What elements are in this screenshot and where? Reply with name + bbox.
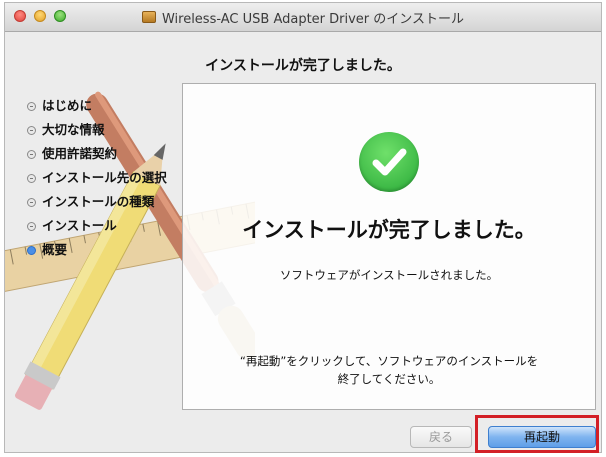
restart-button-highlight (475, 415, 599, 453)
checkmark-icon (359, 132, 419, 192)
step-installation-type: インストールの種類 (27, 190, 167, 214)
installer-steps: はじめに 大切な情報 使用許諾契約 インストール先の選択 インストールの種類 イ… (27, 94, 167, 262)
step-bullet-icon (27, 173, 36, 183)
title-bar: Wireless-AC USB Adapter Driver のインストール (5, 3, 601, 32)
step-bullet-icon (27, 221, 36, 231)
content-panel: インストールが完了しました。 ソフトウェアがインストールされました。 “再起動”… (182, 83, 596, 410)
step-read-me: 大切な情報 (27, 118, 167, 142)
window-title: Wireless-AC USB Adapter Driver のインストール (161, 11, 465, 27)
back-button[interactable]: 戻る (410, 426, 472, 448)
step-installation: インストール (27, 214, 167, 238)
restart-instruction: “再起動”をクリックして、ソフトウェアのインストールを 終了してください。 (239, 354, 539, 386)
package-icon (141, 11, 156, 23)
step-bullet-icon (27, 101, 36, 111)
step-license: 使用許諾契約 (27, 142, 167, 166)
step-bullet-icon (27, 197, 36, 207)
installer-window: Wireless-AC USB Adapter Driver のインストール イ… (4, 2, 602, 453)
step-summary: 概要 (27, 238, 167, 262)
completion-message: ソフトウェアがインストールされました。 (279, 268, 499, 282)
window-title-group: Wireless-AC USB Adapter Driver のインストール (5, 3, 601, 31)
completion-title: インストールが完了しました。 (242, 218, 536, 242)
step-bullet-icon (27, 125, 36, 135)
step-bullet-active-icon (27, 245, 36, 255)
step-introduction: はじめに (27, 94, 167, 118)
step-destination-select: インストール先の選択 (27, 166, 167, 190)
step-bullet-icon (27, 149, 36, 159)
